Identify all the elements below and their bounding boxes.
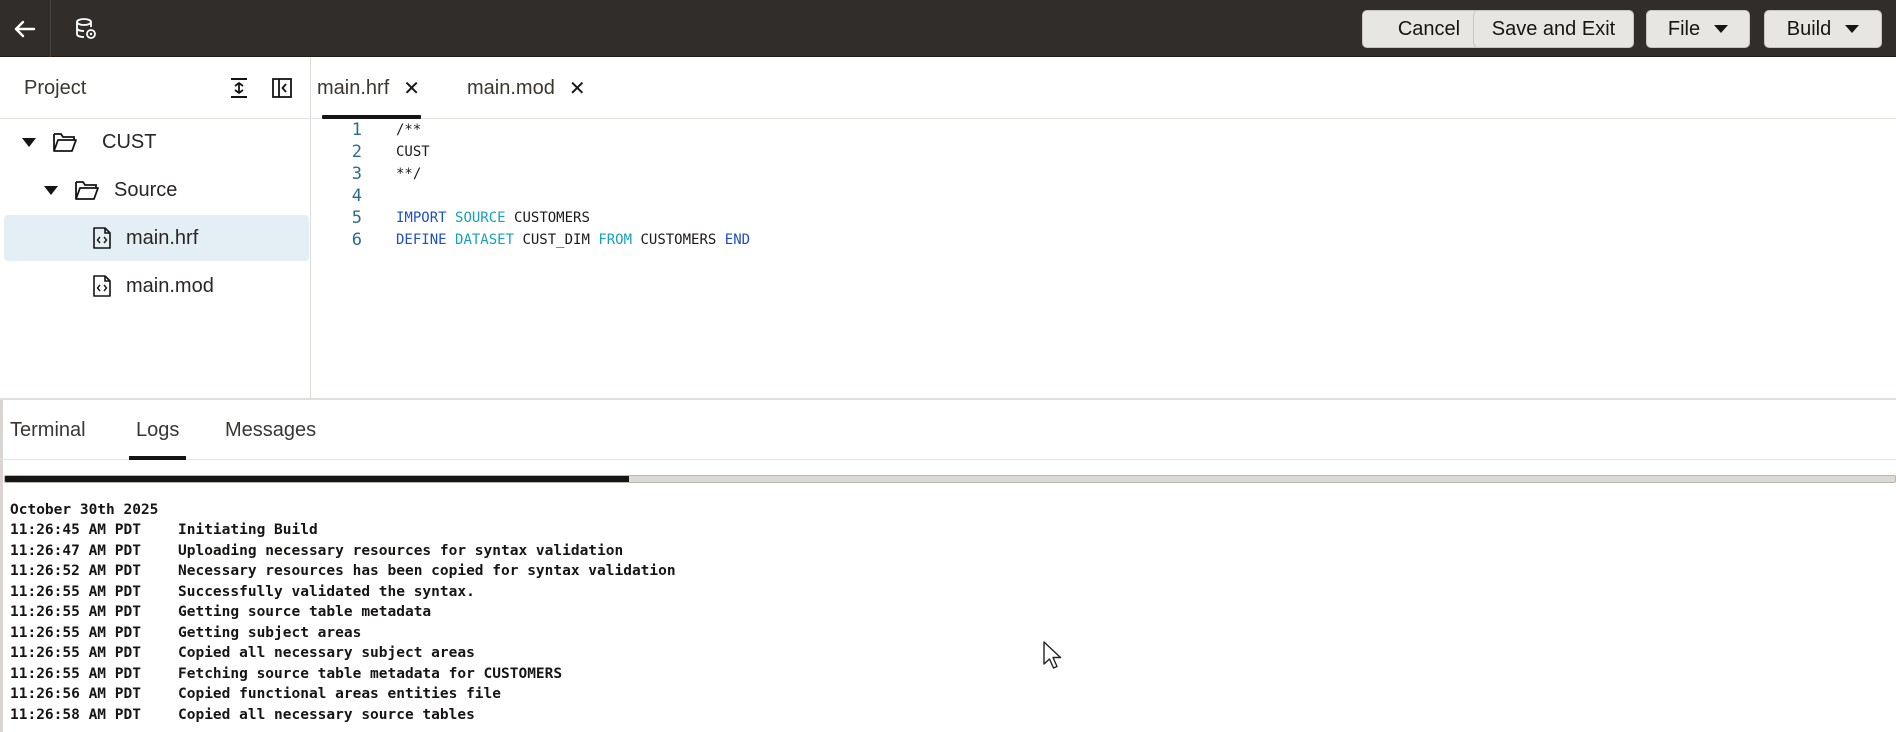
log-time: 11:26:45 AM PDT (10, 522, 141, 538)
code-text: CUST (396, 144, 430, 160)
log-message: Necessary resources has been copied for … (178, 563, 676, 579)
close-icon[interactable]: ✕ (569, 76, 586, 101)
build-log: October 30th 2025 11:26:45 AM PDT Initiat… (10, 500, 1890, 725)
code-file-icon (93, 275, 111, 297)
tab-logs[interactable]: Logs (129, 400, 187, 460)
line-number: 1 (351, 120, 362, 140)
log-time: 11:26:55 AM PDT (10, 583, 141, 600)
log-time: 11:26:55 AM PDT (10, 645, 141, 661)
toolbar-separator (50, 0, 51, 57)
tab-messages[interactable]: Messages (225, 400, 316, 460)
line-number: 2 (351, 142, 362, 162)
code-line: 1 /** (312, 120, 1892, 142)
top-toolbar: Cancel Save and Exit File Build (0, 0, 1896, 57)
project-title: Project (24, 77, 87, 99)
caret-down-icon[interactable] (22, 137, 36, 147)
tab-main-hrf[interactable]: main.hrf ✕ (317, 57, 422, 119)
log-date: October 30th 2025 (10, 502, 159, 518)
log-entry: 11:26:52 AM PDT Necessary resources has b… (10, 561, 1890, 582)
bottom-panel-tabs: Terminal Logs Messages (0, 400, 1896, 460)
file-menu-label: File (1667, 17, 1701, 40)
editor-tab-bar: main.hrf ✕ main.mod ✕ (312, 57, 1896, 119)
log-entry: 11:26:47 AM PDT Uploading necessary resou… (10, 541, 1890, 562)
log-message: Initiating Build (178, 522, 318, 538)
code-line: 5 IMPORT SOURCE CUSTOMERS (312, 208, 1892, 230)
log-entry: 11:26:55 AM PDT Fetching source table met… (10, 664, 1890, 685)
line-number: 6 (351, 230, 362, 250)
log-message: Copied functional areas entities file (178, 686, 502, 702)
tree-item-main-hrf[interactable]: main.hrf (4, 215, 309, 261)
log-message: Copied all necessary subject areas (178, 645, 475, 661)
log-entry: 11:26:56 AM PDT Copied functional areas e… (10, 684, 1890, 705)
tree-item-label: Source (114, 178, 178, 201)
folder-open-icon (53, 133, 77, 152)
arrow-left-icon (14, 20, 36, 37)
log-time: 11:26:58 AM PDT (10, 706, 141, 723)
mouse-cursor-icon (1043, 641, 1062, 669)
log-entry: 11:26:45 AM PDT Initiating Build (10, 520, 1890, 541)
code-line: 4 (312, 186, 1892, 208)
collapse-panel-icon[interactable] (269, 75, 295, 101)
tab-terminal[interactable]: Terminal (10, 400, 86, 460)
line-number: 5 (351, 208, 362, 228)
log-message: Successfully validated the syntax. (178, 583, 475, 600)
code-file-icon (93, 227, 111, 249)
line-number: 4 (351, 186, 362, 206)
log-time: 11:26:55 AM PDT (10, 624, 141, 641)
log-entry: 11:26:55 AM PDT Getting subject areas (10, 623, 1890, 644)
code-editor[interactable]: 1 /** 2 CUST 3 **/ 4 5 IMPORT SOURCE CUS… (312, 120, 1896, 398)
build-menu-label: Build (1786, 17, 1832, 40)
build-progress-bar (4, 475, 1896, 483)
close-icon[interactable]: ✕ (403, 76, 420, 101)
tab-label: Logs (136, 418, 180, 441)
tab-label: Messages (225, 418, 317, 441)
tab-label: main.hrf (317, 76, 390, 99)
tree-item-label: CUST (102, 130, 157, 153)
log-entry: 11:26:55 AM PDT Successfully validated th… (10, 582, 1890, 603)
log-time: 11:26:52 AM PDT (10, 563, 141, 579)
log-message: Getting subject areas (178, 624, 362, 641)
code-text: DEFINE DATASET CUST_DIM FROM CUSTOMERS E… (396, 232, 751, 248)
collapse-all-icon[interactable] (226, 75, 252, 101)
tree-item-main-mod[interactable]: main.mod (4, 263, 309, 309)
log-time: 11:26:56 AM PDT (10, 686, 141, 702)
line-number: 3 (351, 164, 362, 184)
tree-item-label: main.mod (126, 274, 214, 297)
code-line: 6 DEFINE DATASET CUST_DIM FROM CUSTOMERS… (312, 230, 1892, 252)
code-text: **/ (396, 166, 422, 182)
tree-item-label: main.hrf (126, 226, 199, 249)
tree-item-cust[interactable]: CUST (4, 119, 309, 165)
caret-down-icon (1845, 25, 1860, 33)
log-entry: 11:26:55 AM PDT Copied all necessary subj… (10, 643, 1890, 664)
folder-open-icon (75, 181, 99, 200)
build-menu-button[interactable]: Build (1764, 10, 1882, 48)
code-line: 2 CUST (312, 142, 1892, 164)
caret-down-icon[interactable] (44, 185, 58, 195)
tab-label: Terminal (10, 418, 86, 441)
file-menu-button[interactable]: File (1646, 10, 1750, 48)
log-time: 11:26:55 AM PDT (10, 604, 141, 620)
log-message: Getting source table metadata (178, 604, 432, 620)
database-settings-button[interactable] (66, 14, 106, 44)
tab-main-mod[interactable]: main.mod ✕ (467, 57, 586, 119)
log-message: Copied all necessary source tables (178, 706, 475, 723)
project-panel-header: Project (0, 57, 311, 119)
log-message: Fetching source table metadata for CUSTO… (178, 665, 563, 682)
log-time: 11:26:47 AM PDT (10, 542, 141, 559)
log-time: 11:26:55 AM PDT (10, 665, 141, 682)
log-entry: 11:26:58 AM PDT Copied all necessary sour… (10, 705, 1890, 726)
tab-label: main.mod (467, 76, 555, 99)
code-line: 3 **/ (312, 164, 1892, 186)
code-text: IMPORT SOURCE CUSTOMERS (396, 210, 590, 226)
code-text: /** (396, 122, 422, 138)
project-panel: Project CUST Source main.hrf main.mod (0, 57, 311, 399)
log-entry: 11:26:55 AM PDT Getting source table meta… (10, 602, 1890, 623)
tree-item-source[interactable]: Source (4, 167, 309, 213)
save-and-exit-button[interactable]: Save and Exit (1473, 10, 1634, 48)
build-progress-fill (5, 476, 629, 482)
back-button[interactable] (0, 0, 50, 57)
log-message: Uploading necessary resources for syntax… (178, 542, 624, 559)
database-settings-icon (76, 18, 96, 39)
caret-down-icon (1714, 25, 1729, 33)
